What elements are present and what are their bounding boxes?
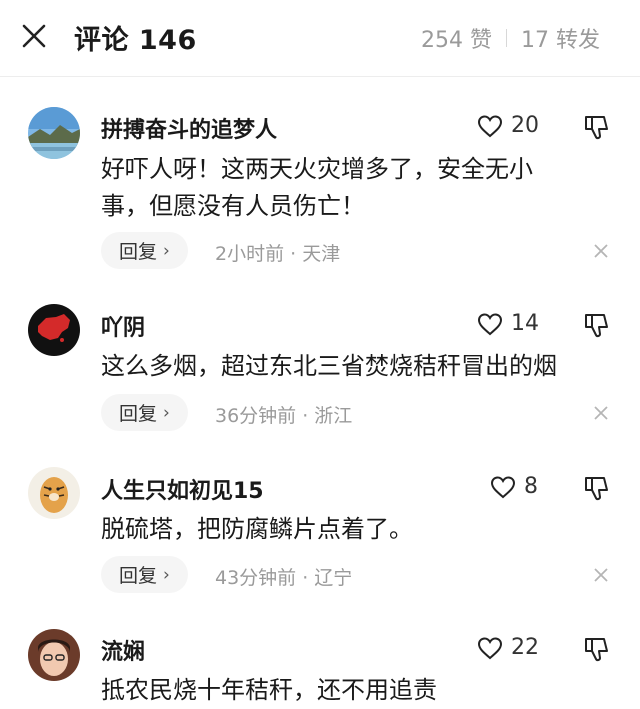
dislike-button[interactable] xyxy=(583,311,611,339)
like-button[interactable]: 14 xyxy=(477,311,539,336)
post-stats: 254 赞 17 转发 xyxy=(421,22,600,54)
reply-label: 回复 xyxy=(119,241,158,263)
comments-header: 评论 146 254 赞 17 转发 xyxy=(0,0,640,77)
comment-text-line: 抵农民烧十年秸秆，还不用追责 xyxy=(101,676,437,704)
reply-button[interactable]: 回复 › xyxy=(101,394,188,431)
comment-text: 这么多烟，超过东北三省焚烧秸秆冒出的烟 xyxy=(101,348,621,385)
close-button[interactable] xyxy=(14,16,54,56)
heart-icon xyxy=(477,312,503,335)
reply-button[interactable]: 回复 › xyxy=(101,232,188,269)
dismiss-icon xyxy=(594,406,608,420)
comment-username[interactable]: 拼搏奋斗的追梦人 xyxy=(101,112,277,144)
comment-username[interactable]: 流娴 xyxy=(101,634,145,666)
comment-text: 抵农民烧十年秸秆，还不用追责 xyxy=(101,672,621,709)
heart-icon xyxy=(477,114,503,137)
like-count: 14 xyxy=(511,311,539,336)
dismiss-button[interactable] xyxy=(591,565,611,585)
thumbs-down-icon xyxy=(585,314,608,338)
comment-text-line: 事，但愿没有人员伤亡！ xyxy=(101,192,365,220)
comment-username[interactable]: 人生只如初见15 xyxy=(101,473,264,505)
avatar[interactable] xyxy=(28,304,80,356)
dismiss-button[interactable] xyxy=(591,241,611,261)
reposts-count[interactable]: 17 转发 xyxy=(521,22,600,54)
dislike-button[interactable] xyxy=(583,635,611,663)
dismiss-icon xyxy=(594,568,608,582)
thumbs-down-icon xyxy=(585,477,608,501)
comment-username[interactable]: 吖阴 xyxy=(101,310,145,342)
comment-text: 脱硫塔，把防腐鳞片点着了。 xyxy=(101,511,621,548)
close-icon xyxy=(22,24,46,48)
heart-icon xyxy=(490,475,516,498)
comment-text-line: 这么多烟，超过东北三省焚烧秸秆冒出的烟 xyxy=(101,352,557,380)
like-count: 8 xyxy=(524,474,538,499)
heart-icon xyxy=(477,636,503,659)
dismiss-button[interactable] xyxy=(591,403,611,423)
comment-text: 好吓人呀！这两天火灾增多了，安全无小 事，但愿没有人员伤亡！ xyxy=(101,151,621,225)
avatar[interactable] xyxy=(28,629,80,681)
comment-text-line: 好吓人呀！这两天火灾增多了，安全无小 xyxy=(101,155,533,183)
dislike-button[interactable] xyxy=(583,474,611,502)
likes-count[interactable]: 254 赞 xyxy=(421,22,492,54)
like-button[interactable]: 20 xyxy=(477,113,539,138)
thumbs-down-icon xyxy=(585,116,608,140)
chevron-right-icon: › xyxy=(163,240,170,261)
comment-meta: 43分钟前 · 辽宁 xyxy=(215,567,353,589)
like-button[interactable]: 22 xyxy=(477,635,539,660)
chevron-right-icon: › xyxy=(163,564,170,585)
avatar[interactable] xyxy=(28,107,80,159)
like-count: 22 xyxy=(511,635,539,660)
reply-button[interactable]: 回复 › xyxy=(101,556,188,593)
like-count: 20 xyxy=(511,113,539,138)
like-button[interactable]: 8 xyxy=(490,474,538,499)
comment-meta: 2小时前 · 天津 xyxy=(215,243,341,265)
reply-label: 回复 xyxy=(119,565,158,587)
chevron-right-icon: › xyxy=(163,402,170,423)
avatar[interactable] xyxy=(28,467,80,519)
comments-title: 评论 146 xyxy=(74,25,197,56)
stats-divider xyxy=(506,29,507,47)
thumbs-down-icon xyxy=(585,638,608,662)
dislike-button[interactable] xyxy=(583,113,611,141)
comment-meta: 36分钟前 · 浙江 xyxy=(215,405,353,427)
reply-label: 回复 xyxy=(119,403,158,425)
comment-text-line: 脱硫塔，把防腐鳞片点着了。 xyxy=(101,515,413,543)
dismiss-icon xyxy=(594,244,608,258)
